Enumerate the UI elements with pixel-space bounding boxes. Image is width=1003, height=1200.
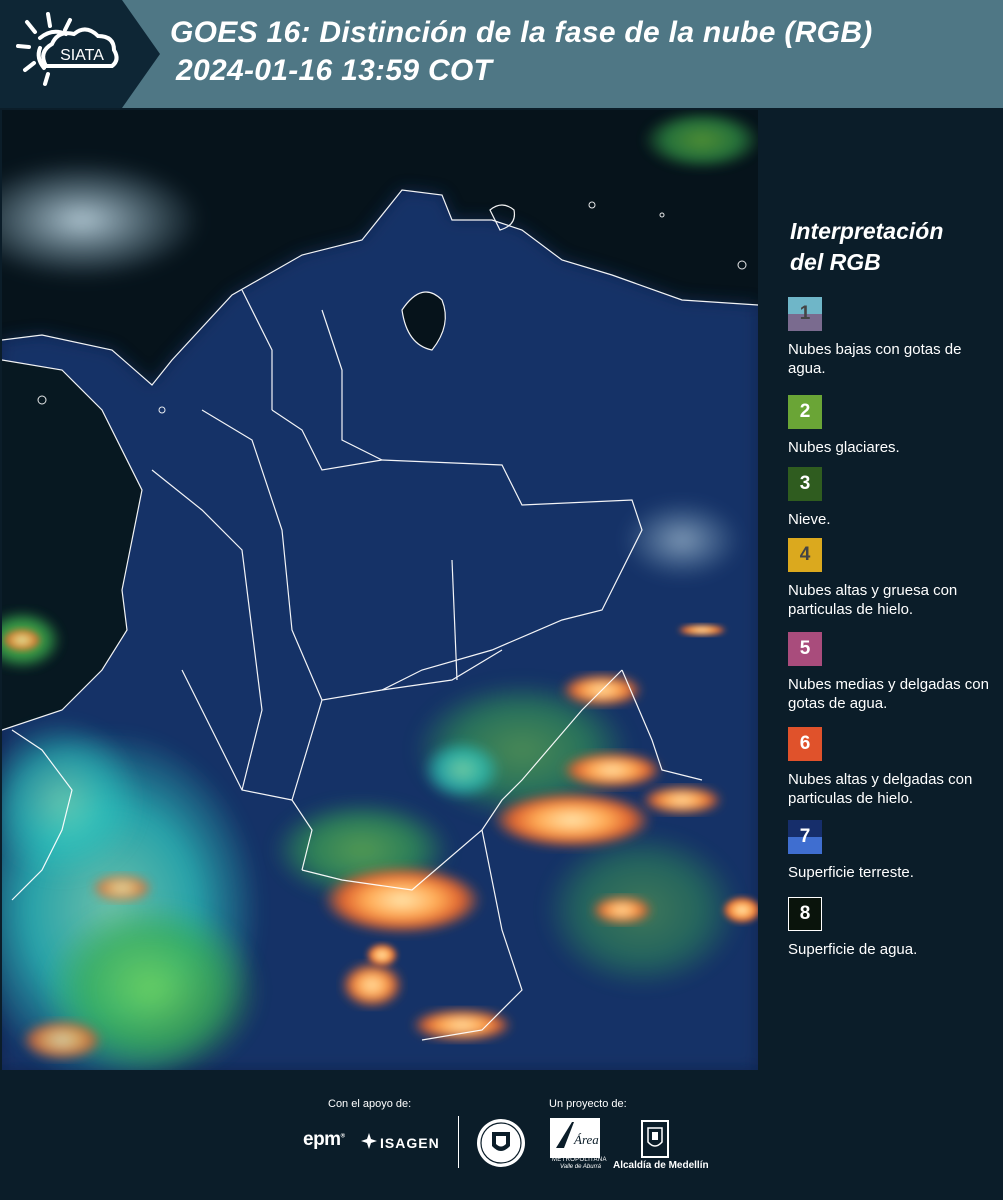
area-logo-text: Área bbox=[573, 1132, 599, 1147]
area-metropolitana-label: METROPOLITANA bbox=[552, 1157, 607, 1163]
legend-swatch-4: 4 bbox=[788, 538, 822, 572]
legend-item-2: 2 Nubes glaciares. bbox=[788, 395, 998, 457]
footer-divider bbox=[458, 1116, 459, 1168]
page-title: GOES 16: Distinción de la fase de la nub… bbox=[170, 14, 990, 90]
isagen-logo: ISAGEN bbox=[380, 1135, 440, 1151]
legend-label-1: Nubes bajas con gotas de agua. bbox=[788, 341, 962, 377]
legend-number-7: 7 bbox=[799, 826, 811, 847]
legend-swatch-8: 8 bbox=[788, 897, 822, 931]
legend-title-line-2: del RGB bbox=[790, 249, 881, 275]
legend-panel: Interpretación del RGB 1 Nubes bajas con… bbox=[762, 110, 1003, 1070]
logo-panel: SIATA bbox=[0, 0, 160, 108]
satellite-image bbox=[2, 110, 758, 1070]
project-label: Un proyecto de: bbox=[549, 1098, 627, 1110]
legend-swatch-5: 5 bbox=[788, 632, 822, 666]
legend-label-2: Nubes glaciares. bbox=[788, 439, 900, 456]
legend-label-8: Superficie de agua. bbox=[788, 941, 918, 958]
footer: Con el apoyo de: Un proyecto de: epm® IS… bbox=[0, 1070, 1003, 1200]
alcaldia-shield-icon bbox=[641, 1120, 669, 1158]
legend-label-3: Nieve. bbox=[788, 511, 831, 528]
legend-number-8: 8 bbox=[799, 903, 811, 924]
siata-logo: SIATA bbox=[0, 0, 160, 108]
legend-number-5: 5 bbox=[799, 638, 811, 659]
title-line-1: GOES 16: Distinción de la fase de la nub… bbox=[170, 16, 873, 49]
satellite-map bbox=[2, 110, 758, 1070]
epm-logo-text: epm bbox=[303, 1129, 341, 1150]
epm-logo: epm® bbox=[303, 1129, 345, 1150]
header: SIATA GOES 16: Distinción de la fase de … bbox=[0, 0, 1003, 108]
support-label: Con el apoyo de: bbox=[328, 1098, 412, 1110]
legend-label-7: Superficie terreste. bbox=[788, 864, 914, 881]
gobernacion-seal-icon bbox=[477, 1119, 525, 1167]
legend-swatch-3: 3 bbox=[788, 467, 822, 501]
area-metropolitana-logo: Área bbox=[550, 1118, 600, 1158]
legend-item-5: 5 Nubes medias y delgadas con gotas de a… bbox=[788, 632, 998, 713]
legend-title: Interpretación del RGB bbox=[790, 216, 990, 278]
legend-swatch-2: 2 bbox=[788, 395, 822, 429]
legend-label-4: Nubes altas y gruesa con particulas de h… bbox=[788, 582, 958, 618]
legend-label-5: Nubes medias y delgadas con gotas de agu… bbox=[788, 676, 989, 712]
legend-number-6: 6 bbox=[799, 733, 811, 754]
legend-item-7: 7 Superficie terreste. bbox=[788, 820, 998, 882]
alcaldia-label: Alcaldía de Medellín bbox=[613, 1160, 709, 1171]
legend-label-6: Nubes altas y delgadas con particulas de… bbox=[788, 771, 973, 807]
legend-number-2: 2 bbox=[799, 401, 811, 422]
legend-title-line-1: Interpretación bbox=[790, 218, 944, 244]
legend-swatch-1: 1 bbox=[788, 297, 822, 331]
title-line-2: 2024-01-16 13:59 COT bbox=[176, 54, 493, 87]
legend-item-8: 8 Superficie de agua. bbox=[788, 897, 998, 959]
logo-text: SIATA bbox=[60, 47, 104, 64]
legend-item-6: 6 Nubes altas y delgadas con particulas … bbox=[788, 727, 998, 808]
legend-number-1: 1 bbox=[799, 303, 811, 324]
legend-item-4: 4 Nubes altas y gruesa con particulas de… bbox=[788, 538, 998, 619]
legend-swatch-7: 7 bbox=[788, 820, 822, 854]
legend-item-1: 1 Nubes bajas con gotas de agua. bbox=[788, 297, 998, 378]
isagen-icon bbox=[361, 1133, 377, 1149]
area-valle-label: Valle de Aburrá bbox=[560, 1164, 601, 1170]
legend-number-4: 4 bbox=[799, 544, 811, 565]
legend-item-3: 3 Nieve. bbox=[788, 467, 998, 529]
legend-number-3: 3 bbox=[799, 473, 811, 494]
legend-swatch-6: 6 bbox=[788, 727, 822, 761]
